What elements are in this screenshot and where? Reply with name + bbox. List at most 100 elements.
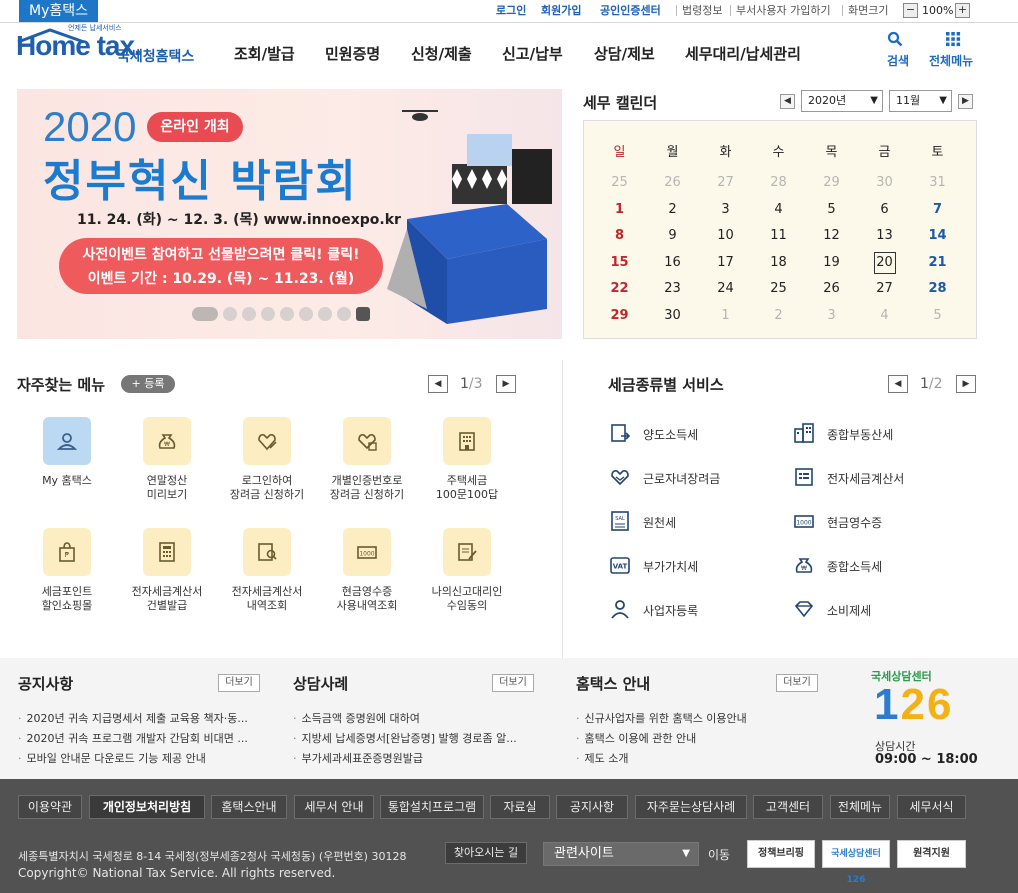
calendar-day[interactable]: 8	[593, 228, 646, 243]
freq-menu-shopping-bag-icon[interactable]: ₱	[43, 528, 91, 576]
footer-link[interactable]: 세무서식	[897, 795, 966, 819]
calendar-day[interactable]: 28	[911, 281, 964, 296]
calendar-day[interactable]: 27	[858, 281, 911, 296]
calendar-day[interactable]: 12	[805, 228, 858, 243]
calendar-day[interactable]: 16	[646, 255, 699, 270]
calendar-day[interactable]: 27	[699, 175, 752, 190]
notice-item[interactable]: 제도 소개	[576, 750, 826, 766]
policy-briefing-badge[interactable]: 정책브리핑	[747, 840, 815, 868]
tax-service-link[interactable]: 전자세금계산서	[827, 470, 904, 487]
freq-menu-label[interactable]: 전자세금계산서 건별발급	[117, 585, 217, 613]
footer-link[interactable]: 개인정보처리방침	[89, 795, 205, 819]
tax-service-link[interactable]: 현금영수증	[827, 514, 882, 531]
slide-dot[interactable]	[318, 306, 332, 321]
freq-menu-heart-pen-icon[interactable]	[243, 417, 291, 465]
law-info-link[interactable]: 법령정보	[682, 4, 722, 18]
freq-menu-invoice-search-icon[interactable]	[243, 528, 291, 576]
notice-item[interactable]: 모바일 안내문 다운로드 기능 제공 안내	[18, 750, 268, 766]
freq-menu-calculator-icon[interactable]	[143, 528, 191, 576]
calendar-day[interactable]: 26	[646, 175, 699, 190]
calendar-day[interactable]: 18	[752, 255, 805, 270]
freq-menu-document-pen-icon[interactable]	[443, 528, 491, 576]
cert-center-link[interactable]: 공인인증센터	[600, 4, 661, 18]
calendar-day[interactable]: 3	[805, 308, 858, 323]
calendar-day[interactable]: 11	[752, 228, 805, 243]
calendar-day[interactable]: 31	[911, 175, 964, 190]
more-button[interactable]: 더보기	[218, 674, 260, 692]
nav-report-pay[interactable]: 신고/납부	[502, 43, 563, 64]
nav-inquiry-issue[interactable]: 조회/발급	[234, 43, 295, 64]
calendar-day[interactable]: 23	[646, 281, 699, 296]
notice-item[interactable]: 소득금액 증명원에 대하여	[293, 710, 543, 726]
freq-menu-building-icon[interactable]	[443, 417, 491, 465]
tax-service-link[interactable]: 종합부동산세	[827, 426, 893, 443]
calendar-day[interactable]: 30	[858, 175, 911, 190]
prev-page-button[interactable]: ◀	[428, 375, 448, 393]
nav-civil-certificates[interactable]: 민원증명	[325, 43, 380, 64]
freq-menu-label[interactable]: 전자세금계산서 내역조회	[217, 585, 317, 613]
zoom-in-button[interactable]: +	[955, 3, 970, 18]
calendar-day[interactable]: 1	[593, 202, 646, 217]
nav-tax-agent[interactable]: 세무대리/납세관리	[685, 43, 801, 64]
next-page-button[interactable]: ▶	[496, 375, 516, 393]
notice-item[interactable]: 부가세과세표준증명원발급	[293, 750, 543, 766]
freq-menu-user-icon[interactable]	[43, 417, 91, 465]
notice-item[interactable]: 지방세 납세증명서[완납증명] 발행 경로좀 알...	[293, 730, 543, 746]
center-126-badge[interactable]: 국세상담센터 126	[822, 840, 890, 885]
calendar-day[interactable]: 19	[805, 255, 858, 270]
slide-dot[interactable]	[299, 306, 313, 321]
footer-link[interactable]: 전체메뉴	[830, 795, 890, 819]
next-month-button[interactable]: ▶	[958, 94, 973, 109]
footer-link[interactable]: 자주묻는상담사례	[635, 795, 747, 819]
search-icon[interactable]	[887, 31, 903, 47]
freq-menu-label[interactable]: 로그인하여 장려금 신청하기	[217, 474, 317, 502]
slide-dot[interactable]	[280, 306, 294, 321]
freq-menu-label[interactable]: 주택세금 100문100답	[417, 474, 517, 502]
prev-month-button[interactable]: ◀	[780, 94, 795, 109]
calendar-day[interactable]: 7	[911, 202, 964, 217]
tax-service-link[interactable]: 부가가치세	[643, 558, 698, 575]
freq-menu-label[interactable]: 세금포인트 할인쇼핑몰	[17, 585, 117, 613]
footer-link[interactable]: 고객센터	[753, 795, 823, 819]
calendar-day[interactable]: 6	[858, 202, 911, 217]
calendar-day[interactable]: 15	[593, 255, 646, 270]
year-select[interactable]: 2020년 ▼	[801, 90, 883, 112]
tax-service-link[interactable]: 원천세	[643, 514, 676, 531]
footer-link[interactable]: 세무서 안내	[294, 795, 374, 819]
calendar-day[interactable]: 21	[911, 255, 964, 270]
calendar-day[interactable]: 2	[752, 308, 805, 323]
signup-link[interactable]: 회원가입	[541, 4, 581, 18]
calendar-day[interactable]: 5	[805, 202, 858, 217]
tax-service-link[interactable]: 사업자등록	[643, 602, 698, 619]
freq-menu-money-bag-icon[interactable]: ₩	[143, 417, 191, 465]
prev-page-button[interactable]: ◀	[888, 375, 908, 393]
calendar-day[interactable]: 13	[858, 228, 911, 243]
calendar-day[interactable]: 9	[646, 228, 699, 243]
calendar-day[interactable]: 24	[699, 281, 752, 296]
nav-consult-report[interactable]: 상담/제보	[594, 43, 655, 64]
calendar-day[interactable]: 26	[805, 281, 858, 296]
month-select[interactable]: 11월 ▼	[889, 90, 952, 112]
notice-item[interactable]: 홈택스 이용에 관한 안내	[576, 730, 826, 746]
calendar-day[interactable]: 30	[646, 308, 699, 323]
go-button[interactable]: 이동	[708, 846, 730, 863]
footer-link[interactable]: 이용약관	[18, 795, 82, 819]
tax-service-link[interactable]: 양도소득세	[643, 426, 698, 443]
freq-menu-heart-doc-icon[interactable]	[343, 417, 391, 465]
more-button[interactable]: 더보기	[492, 674, 534, 692]
calendar-day[interactable]: 10	[699, 228, 752, 243]
slide-dot[interactable]	[242, 306, 256, 321]
freq-menu-label[interactable]: My 홈택스	[17, 474, 117, 488]
tax-service-link[interactable]: 근로자녀장려금	[643, 470, 720, 487]
calendar-day[interactable]: 29	[593, 308, 646, 323]
freq-menu-label[interactable]: 나의신고대리인 수임동의	[417, 585, 517, 613]
grid-menu-icon[interactable]	[945, 31, 961, 47]
calendar-day[interactable]: 25	[752, 281, 805, 296]
center-126-logo[interactable]: 126	[874, 682, 953, 728]
notice-item[interactable]: 2020년 귀속 지급명세서 제출 교육용 책자·동...	[18, 710, 268, 726]
calendar-day[interactable]: 1	[699, 308, 752, 323]
calendar-day[interactable]: 5	[911, 308, 964, 323]
freq-menu-cash-receipt-icon[interactable]: 1000	[343, 528, 391, 576]
calendar-day[interactable]: 3	[699, 202, 752, 217]
zoom-out-button[interactable]: −	[903, 3, 918, 18]
